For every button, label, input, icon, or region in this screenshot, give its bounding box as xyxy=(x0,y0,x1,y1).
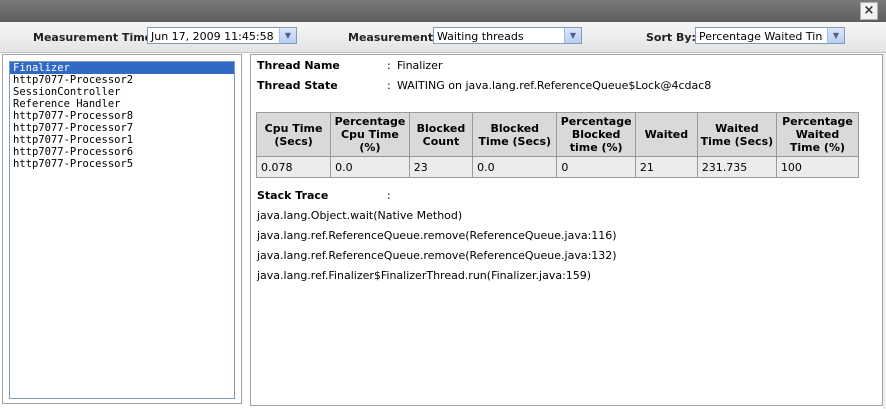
title-bar: × xyxy=(0,0,886,22)
column-header: Percentage Blocked time (%) xyxy=(556,112,636,157)
toolbar: Measurement Time: Jun 17, 2009 11:45:58 … xyxy=(0,22,886,53)
list-item[interactable]: http7077-Processor7 xyxy=(10,122,234,134)
list-item[interactable]: Finalizer xyxy=(10,62,234,74)
column-header: Blocked Count xyxy=(408,112,474,157)
column-header: Waited Time (Secs) xyxy=(696,112,777,157)
stack-trace-line: java.lang.ref.Finalizer$FinalizerThread.… xyxy=(257,269,592,282)
table-cell: 21 xyxy=(634,156,698,178)
list-item[interactable]: Reference Handler xyxy=(10,98,234,110)
table-row: 0.078 0.0 23 0.0 0 21 231.735 100 xyxy=(255,156,860,178)
stack-trace-label: Stack Trace xyxy=(257,189,329,202)
measurement-time-value: Jun 17, 2009 11:45:58 xyxy=(151,30,274,43)
close-button[interactable]: × xyxy=(860,2,878,20)
list-item[interactable]: http7077-Processor1 xyxy=(10,134,234,146)
list-item[interactable]: http7077-Processor2 xyxy=(10,74,234,86)
stack-trace-line: java.lang.ref.ReferenceQueue.remove(Refe… xyxy=(257,229,617,242)
thread-name-value: Finalizer xyxy=(397,59,443,72)
sort-by-label: Sort By: xyxy=(646,31,696,44)
thread-state-label: Thread State xyxy=(257,79,338,92)
colon: : xyxy=(387,79,391,92)
column-header: Blocked Time (Secs) xyxy=(472,112,558,157)
table-cell: 100 xyxy=(775,156,860,178)
thread-state-value: WAITING on java.lang.ref.ReferenceQueue$… xyxy=(397,79,712,92)
column-header: Cpu Time (Secs) xyxy=(255,112,332,157)
thread-details-panel: Thread Name : Finalizer Thread State : W… xyxy=(250,54,883,406)
measurement-time-label: Measurement Time: xyxy=(33,31,157,44)
table-cell: 23 xyxy=(408,156,474,178)
chevron-down-icon: ▼ xyxy=(827,28,844,43)
list-item[interactable]: SessionController xyxy=(10,86,234,98)
stack-trace-line: java.lang.Object.wait(Native Method) xyxy=(257,209,463,222)
chevron-down-icon: ▼ xyxy=(279,28,296,43)
table-cell: 0 xyxy=(556,156,636,178)
colon: : xyxy=(387,59,391,72)
table-cell: 0.0 xyxy=(330,156,410,178)
thread-list-panel: Finalizer http7077-Processor2 SessionCon… xyxy=(2,54,242,404)
chevron-down-icon: ▼ xyxy=(564,28,581,43)
list-item[interactable]: http7077-Processor5 xyxy=(10,158,234,170)
list-item[interactable]: http7077-Processor8 xyxy=(10,110,234,122)
table-cell: 0.078 xyxy=(255,156,332,178)
stack-trace-line: java.lang.ref.ReferenceQueue.remove(Refe… xyxy=(257,249,617,262)
column-header: Waited xyxy=(634,112,698,157)
sort-by-select[interactable]: Percentage Waited Tin ▼ xyxy=(695,27,845,44)
column-header: Percentage Waited Time (%) xyxy=(775,112,860,157)
thread-stats-table: Cpu Time (Secs) Percentage Cpu Time (%) … xyxy=(255,112,860,178)
column-header: Percentage Cpu Time (%) xyxy=(330,112,410,157)
measurement-value: Waiting threads xyxy=(437,30,524,43)
thread-name-label: Thread Name xyxy=(257,59,340,72)
measurement-label: Measurement: xyxy=(348,31,438,44)
table-cell: 231.735 xyxy=(696,156,777,178)
sort-by-value: Percentage Waited Tin xyxy=(699,30,823,43)
table-header-row: Cpu Time (Secs) Percentage Cpu Time (%) … xyxy=(255,112,860,157)
measurement-select[interactable]: Waiting threads ▼ xyxy=(433,27,582,44)
measurement-time-select[interactable]: Jun 17, 2009 11:45:58 ▼ xyxy=(147,27,297,44)
table-cell: 0.0 xyxy=(472,156,558,178)
thread-listbox[interactable]: Finalizer http7077-Processor2 SessionCon… xyxy=(9,61,235,399)
list-item[interactable]: http7077-Processor6 xyxy=(10,146,234,158)
colon: : xyxy=(387,189,391,202)
